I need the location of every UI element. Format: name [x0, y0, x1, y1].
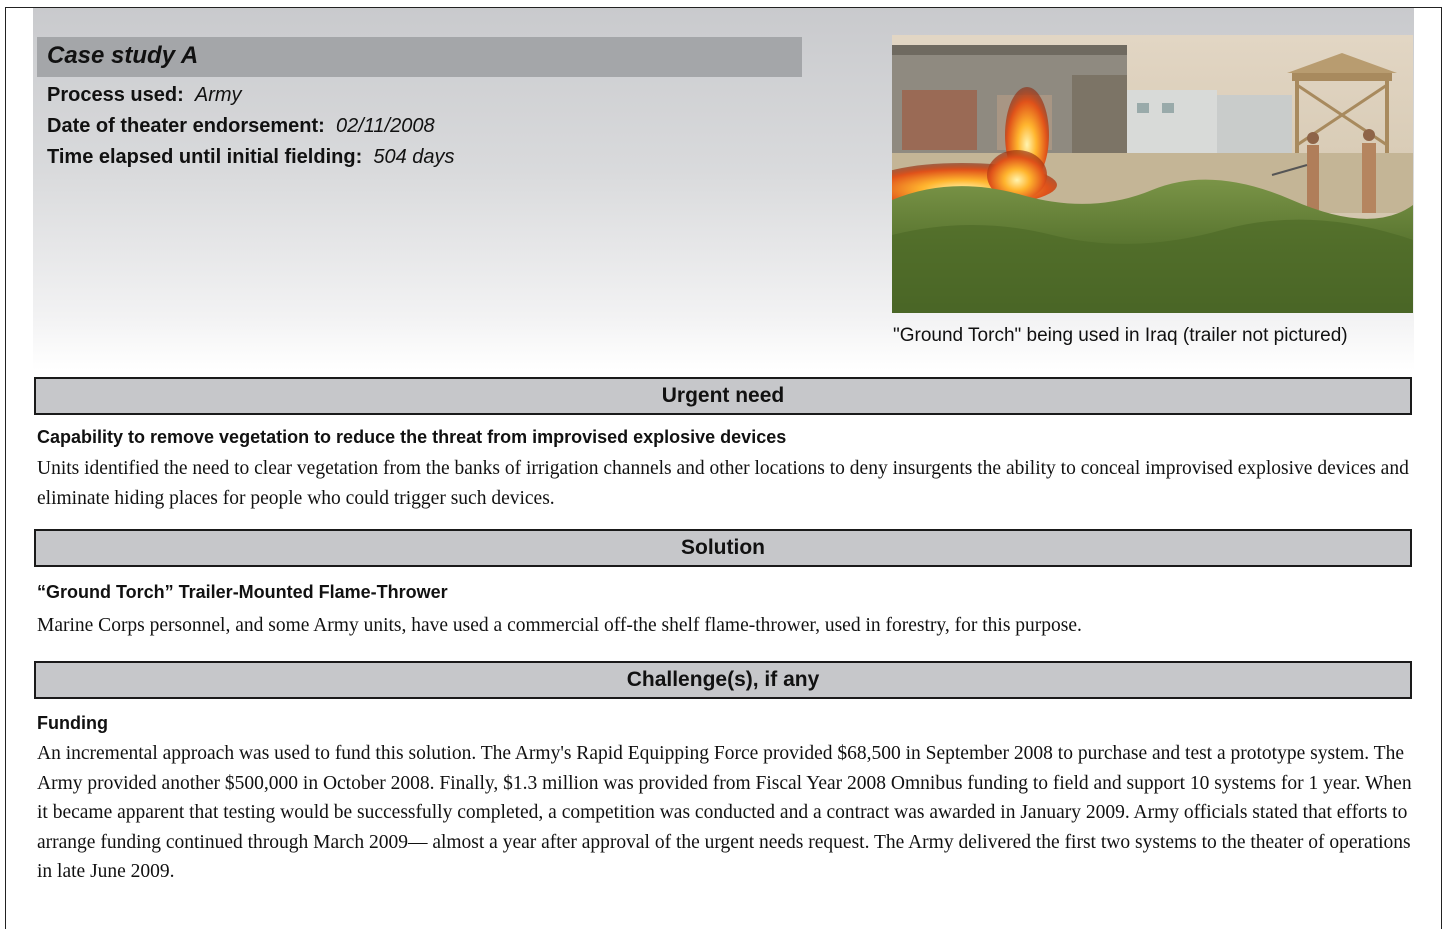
challenges-heading: Challenge(s), if any: [34, 661, 1412, 699]
case-study-title: Case study A: [47, 42, 199, 69]
solution-body: Marine Corps personnel, and some Army un…: [37, 615, 1082, 636]
solution-heading: Solution: [34, 529, 1412, 567]
ground-torch-photo: [892, 35, 1413, 313]
challenges-body: An incremental approach was used to fund…: [37, 743, 1412, 882]
endorsement-date-label: Date of theater endorsement:: [47, 115, 325, 137]
time-elapsed-line: Time elapsed until initial fielding: 504…: [47, 146, 455, 169]
process-used-label: Process used:: [47, 84, 184, 106]
urgent-need-subheading: Capability to remove vegetation to reduc…: [37, 427, 787, 447]
challenges-subheading: Funding: [37, 713, 108, 733]
endorsement-date-value: 02/11/2008: [335, 115, 435, 137]
photo-caption: "Ground Torch" being used in Iraq (trail…: [893, 325, 1348, 346]
urgent-need-heading: Urgent need: [34, 377, 1412, 415]
process-used-line: Process used: Army: [47, 84, 242, 107]
time-elapsed-label: Time elapsed until initial fielding:: [47, 146, 363, 168]
endorsement-date-line: Date of theater endorsement: 02/11/2008: [47, 115, 435, 138]
process-used-value: Army: [194, 84, 242, 106]
ground-torch-photo-scene: [892, 35, 1413, 313]
time-elapsed-value: 504 days: [373, 146, 455, 168]
solution-subheading: “Ground Torch” Trailer-Mounted Flame-Thr…: [37, 582, 448, 602]
urgent-need-body: Units identified the need to clear veget…: [37, 458, 1409, 509]
